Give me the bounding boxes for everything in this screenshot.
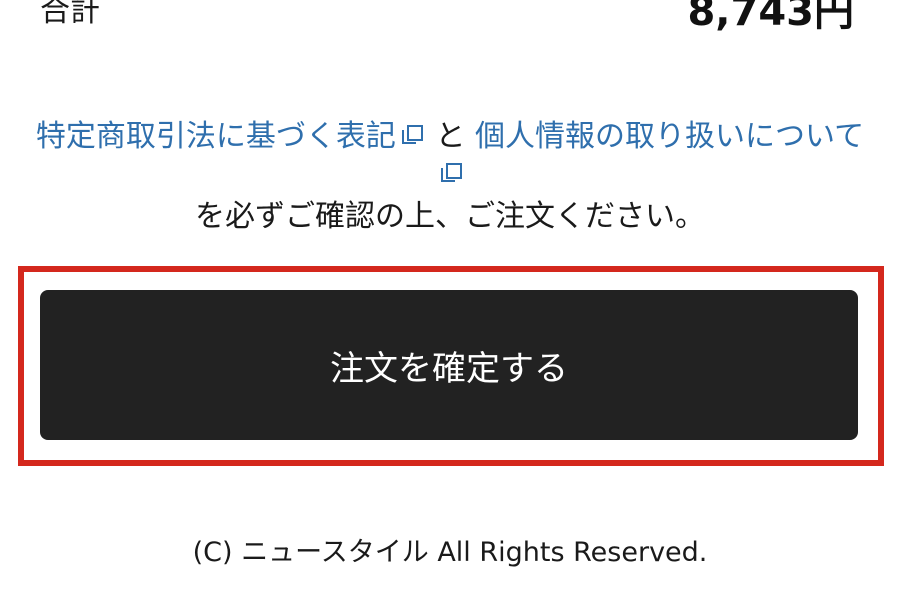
external-link-icon xyxy=(401,125,424,147)
notice-tail-text: を必ずご確認の上、ご注文ください。 xyxy=(195,199,705,234)
order-total-row: 合計 8,743円 xyxy=(40,0,854,38)
total-label: 合計 xyxy=(40,0,100,29)
privacy-policy-link[interactable]: 個人情報の取り扱いについて xyxy=(435,119,864,192)
confirm-order-button-label: 注文を確定する xyxy=(330,348,568,389)
tokushoho-link[interactable]: 特定商取引法に基づく表記 xyxy=(36,119,426,154)
notice-conjunction: と xyxy=(435,119,466,154)
total-amount: 8,743円 xyxy=(687,0,854,35)
legal-notice: 特定商取引法に基づく表記 と 個人情報の取り扱いについて を必ずご確認の上、ご注… xyxy=(30,118,870,236)
tokushoho-link-label: 特定商取引法に基づく表記 xyxy=(35,119,396,154)
checkout-page: 合計 8,743円 特定商取引法に基づく表記 と 個人情報の取り扱いについて を… xyxy=(0,0,900,600)
external-link-icon xyxy=(441,163,463,185)
copyright-footer: (C) ニュースタイル All Rights Reserved. xyxy=(192,537,708,568)
privacy-policy-link-label: 個人情報の取り扱いについて xyxy=(474,119,865,154)
confirm-order-button[interactable]: 注文を確定する xyxy=(40,290,858,440)
